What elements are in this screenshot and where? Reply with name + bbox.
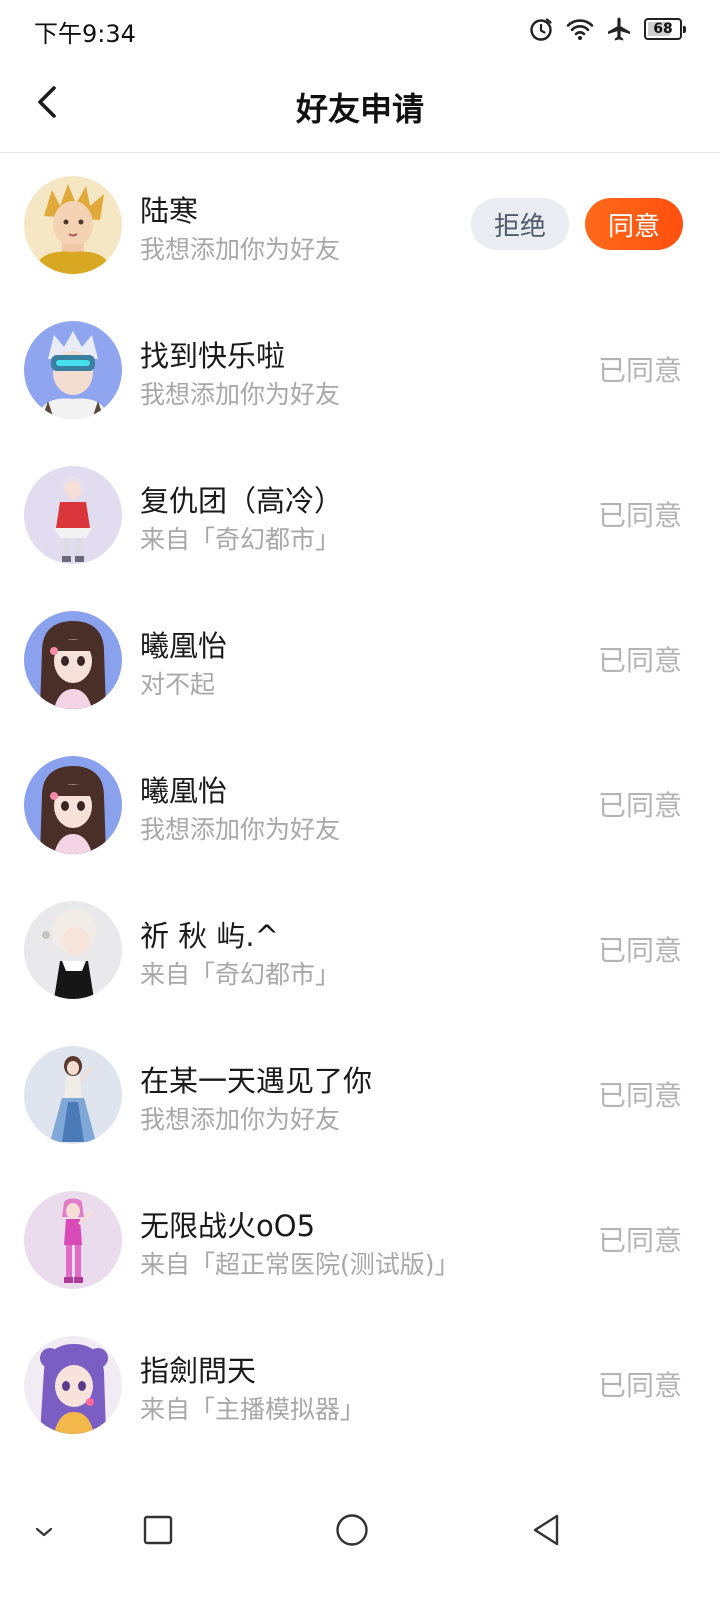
request-message: 来自「奇幻都市」 <box>140 960 341 989</box>
nav-back-button[interactable] <box>516 1502 576 1562</box>
avatar[interactable] <box>24 1191 122 1289</box>
battery-icon: 68 <box>644 18 686 40</box>
request-message: 对不起 <box>140 670 216 699</box>
accept-button[interactable]: 同意 <box>585 198 683 250</box>
requester-name: 祈 秋 屿.^ <box>140 919 279 953</box>
avatar[interactable] <box>24 1336 122 1434</box>
chevron-down-icon <box>34 1523 54 1542</box>
request-message: 我想添加你为好友 <box>140 1105 341 1134</box>
requester-name: 在某一天遇见了你 <box>140 1064 373 1098</box>
status-time: 下午9:34 <box>34 20 136 48</box>
friend-request-list: 陆寒 我想添加你为好友 拒绝 同意 找到快乐啦 我想添加你为好友 已同意 复仇团… <box>0 152 720 1457</box>
requester-name: 复仇团（高冷） <box>140 484 344 518</box>
friend-request-row[interactable]: 找到快乐啦 我想添加你为好友 已同意 <box>0 297 720 442</box>
request-message: 我想添加你为好友 <box>140 235 341 264</box>
nav-recents-button[interactable] <box>128 1502 188 1562</box>
nav-hide-button[interactable] <box>14 1502 74 1562</box>
status-label: 已同意 <box>597 789 682 822</box>
square-icon <box>143 1515 173 1549</box>
status-label: 已同意 <box>597 1224 682 1257</box>
triangle-back-icon <box>531 1513 561 1551</box>
requester-name: 找到快乐啦 <box>140 339 286 373</box>
avatar[interactable] <box>24 611 122 709</box>
nav-home-button[interactable] <box>322 1502 382 1562</box>
requester-name: 曦凰怡 <box>140 774 228 808</box>
request-message: 我想添加你为好友 <box>140 815 341 844</box>
status-label: 已同意 <box>597 1369 682 1402</box>
alarm-icon <box>528 16 554 42</box>
status-icons: 68 <box>528 14 686 44</box>
avatar[interactable] <box>24 466 122 564</box>
airplane-icon <box>606 16 632 42</box>
status-label: 已同意 <box>597 934 682 967</box>
requester-name: 指劍問天 <box>140 1354 257 1388</box>
avatar[interactable] <box>24 321 122 419</box>
request-message: 来自「主播模拟器」 <box>140 1395 366 1424</box>
status-bar: 下午9:34 68 <box>0 0 720 58</box>
friend-request-row[interactable]: 在某一天遇见了你 我想添加你为好友 已同意 <box>0 1022 720 1167</box>
friend-request-row[interactable]: 指劍問天 来自「主播模拟器」 已同意 <box>0 1312 720 1457</box>
avatar[interactable] <box>24 1046 122 1144</box>
friend-request-row[interactable]: 陆寒 我想添加你为好友 拒绝 同意 <box>0 152 720 297</box>
request-message: 来自「奇幻都市」 <box>140 525 341 554</box>
status-label: 已同意 <box>597 644 682 677</box>
system-nav-bar <box>0 1480 720 1600</box>
circle-icon <box>335 1513 369 1551</box>
friend-request-row[interactable]: 曦凰怡 对不起 已同意 <box>0 587 720 732</box>
avatar[interactable] <box>24 901 122 999</box>
requester-name: 陆寒 <box>140 194 199 228</box>
page-title: 好友申请 <box>295 90 424 128</box>
friend-request-row[interactable]: 无限战火oO5 来自「超正常医院(测试版)」 已同意 <box>0 1167 720 1312</box>
requester-name: 曦凰怡 <box>140 629 228 663</box>
status-label: 已同意 <box>597 1079 682 1112</box>
battery-level: 68 <box>653 21 673 37</box>
wifi-icon <box>566 17 594 41</box>
reject-button[interactable]: 拒绝 <box>471 198 569 250</box>
status-label: 已同意 <box>597 354 682 387</box>
friend-request-row[interactable]: 曦凰怡 我想添加你为好友 已同意 <box>0 732 720 877</box>
friend-request-row[interactable]: 复仇团（高冷） 来自「奇幻都市」 已同意 <box>0 442 720 587</box>
avatar[interactable] <box>24 756 122 854</box>
status-label: 已同意 <box>597 499 682 532</box>
friend-request-row[interactable]: 祈 秋 屿.^ 来自「奇幻都市」 已同意 <box>0 877 720 1022</box>
header: 好友申请 <box>0 58 720 153</box>
request-message: 我想添加你为好友 <box>140 380 341 409</box>
avatar[interactable] <box>24 176 122 274</box>
requester-name: 无限战火oO5 <box>140 1209 316 1243</box>
request-message: 来自「超正常医院(测试版)」 <box>140 1250 460 1279</box>
